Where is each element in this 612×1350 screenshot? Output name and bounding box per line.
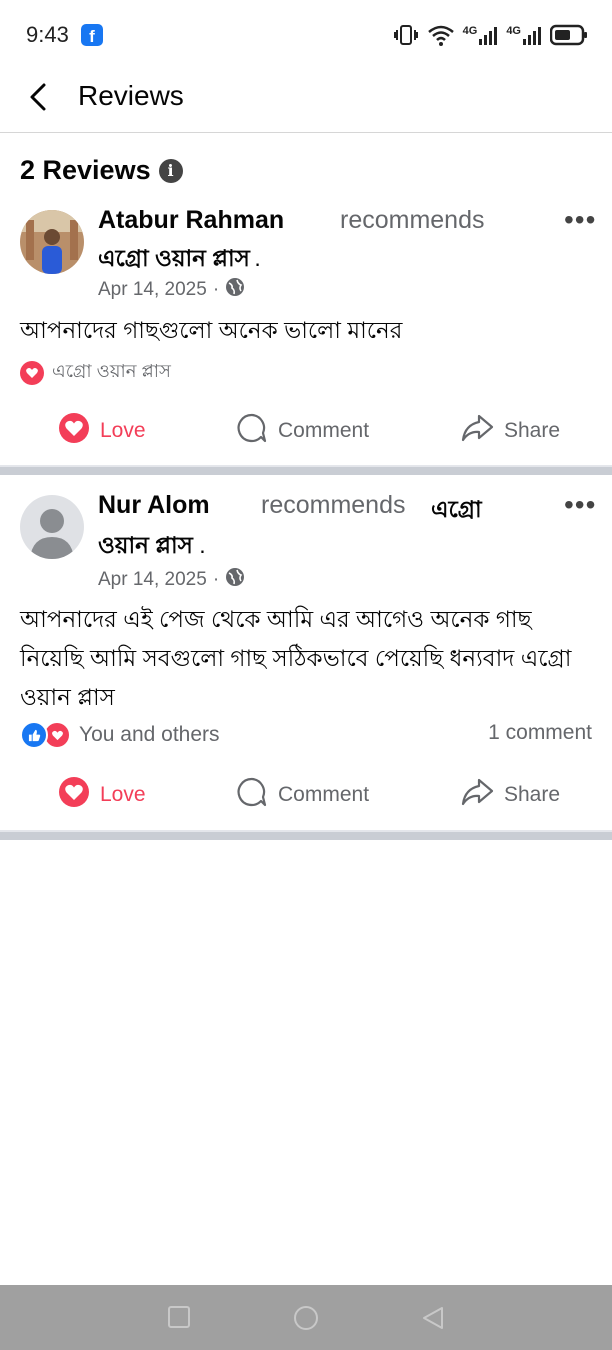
love-icon bbox=[58, 412, 90, 450]
recent-apps-icon[interactable] bbox=[167, 1305, 191, 1334]
page-link[interactable]: এগ্রো ওয়ান প্লাস . bbox=[98, 491, 498, 563]
review-text: আপনাদের গাছগুলো অনেক ভালো মানের bbox=[20, 317, 403, 343]
review-text: আপনাদের এই পেজ থেকে আমি এর আগেও অনেক গাছ… bbox=[20, 606, 572, 710]
signal-icon: 4G bbox=[506, 25, 542, 45]
app-header: Reviews bbox=[0, 60, 612, 133]
page-suffix: . bbox=[254, 245, 261, 271]
signal-icon: 4G bbox=[463, 25, 499, 45]
status-icons: 4G 4G bbox=[393, 20, 588, 50]
info-icon[interactable]: i bbox=[158, 158, 183, 183]
meta-separator: · bbox=[212, 569, 220, 590]
comment-label: Comment bbox=[278, 783, 370, 806]
love-label: Love bbox=[100, 783, 146, 806]
share-icon bbox=[460, 776, 494, 814]
like-reaction-icon bbox=[20, 721, 48, 749]
review-card: Nur Alom recommends এগ্রো ওয়ান প্লাস . … bbox=[0, 485, 612, 830]
comment-button[interactable]: Comment bbox=[236, 412, 369, 450]
reactions-summary[interactable]: এগ্রো ওয়ান প্লাস bbox=[20, 357, 171, 388]
share-label: Share bbox=[504, 419, 561, 442]
comment-icon bbox=[236, 412, 268, 450]
page-link[interactable]: এগ্রো ওয়ান প্লাস bbox=[98, 245, 250, 271]
reaction-icons bbox=[20, 721, 71, 749]
reactions-label: You and others bbox=[79, 723, 220, 746]
comment-button[interactable]: Comment bbox=[236, 776, 369, 814]
love-button[interactable]: Love bbox=[58, 412, 146, 450]
wifi-icon bbox=[427, 23, 455, 47]
back-arrow-icon[interactable] bbox=[22, 80, 56, 114]
review-card: Atabur Rahman recommends ••• এগ্রো ওয়ান… bbox=[0, 200, 612, 465]
comment-count[interactable]: 1 comment bbox=[488, 721, 592, 745]
post-date[interactable]: Apr 14, 2025 bbox=[98, 569, 207, 591]
avatar[interactable] bbox=[20, 210, 84, 274]
love-label: Love bbox=[100, 419, 146, 442]
page-link-row: এগ্রো ওয়ান প্লাস . bbox=[98, 240, 261, 279]
action-bar: Love Comment Share bbox=[0, 412, 612, 452]
system-nav-bar bbox=[0, 1285, 612, 1350]
comment-icon bbox=[236, 776, 268, 814]
reviews-summary: 2 Reviews i bbox=[20, 155, 183, 186]
recommends-text: recommends bbox=[340, 206, 485, 234]
page-suffix: . bbox=[199, 532, 206, 558]
love-button[interactable]: Love bbox=[58, 776, 146, 814]
page-link-text: এগ্রো ওয়ান প্লাস bbox=[98, 496, 482, 558]
share-button[interactable]: Share bbox=[460, 412, 560, 450]
post-meta: Apr 14, 2025 · bbox=[98, 277, 245, 303]
battery-icon bbox=[550, 24, 588, 46]
facebook-icon: f bbox=[81, 24, 103, 46]
reactions-summary[interactable]: You and others bbox=[20, 721, 220, 749]
post-meta: Apr 14, 2025 · bbox=[98, 567, 245, 593]
share-icon bbox=[460, 412, 494, 450]
home-icon[interactable] bbox=[293, 1305, 319, 1336]
globe-icon bbox=[225, 277, 245, 303]
avatar[interactable] bbox=[20, 495, 84, 559]
page-title: Reviews bbox=[78, 80, 184, 111]
share-button[interactable]: Share bbox=[460, 776, 560, 814]
svg-text:f: f bbox=[89, 27, 95, 46]
more-options-icon[interactable]: ••• bbox=[564, 489, 596, 521]
divider bbox=[0, 465, 612, 475]
post-date[interactable]: Apr 14, 2025 bbox=[98, 279, 207, 301]
status-time: 9:43 bbox=[26, 22, 69, 47]
action-bar: Love Comment Share bbox=[0, 776, 612, 816]
more-options-icon[interactable]: ••• bbox=[564, 204, 596, 236]
reactions-label: এগ্রো ওয়ান প্লাস bbox=[52, 361, 171, 381]
love-reaction-icon bbox=[20, 360, 44, 385]
reviews-count-label: 2 Reviews bbox=[20, 155, 151, 185]
comment-label: Comment bbox=[278, 419, 370, 442]
back-icon[interactable] bbox=[420, 1305, 446, 1336]
divider bbox=[0, 830, 612, 840]
love-icon bbox=[58, 776, 90, 814]
globe-icon bbox=[225, 567, 245, 593]
share-label: Share bbox=[504, 783, 561, 806]
meta-separator: · bbox=[212, 279, 220, 300]
vibrate-icon bbox=[393, 23, 419, 47]
reviewer-name[interactable]: Atabur Rahman bbox=[98, 206, 284, 235]
